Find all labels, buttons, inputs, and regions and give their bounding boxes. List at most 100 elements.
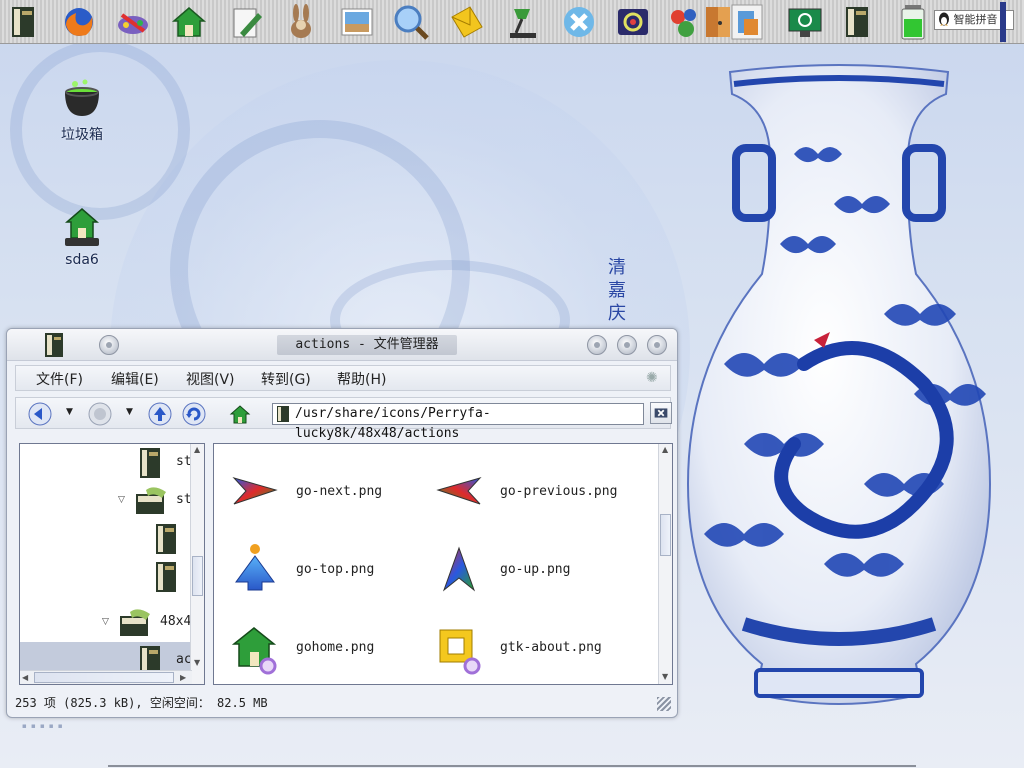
file-item[interactable]: go-previous.png (434, 464, 634, 524)
tree-horizontal-scrollbar[interactable]: ◀ ▶ (20, 670, 192, 684)
resize-grip[interactable] (657, 697, 671, 711)
clear-location-button[interactable] (650, 402, 672, 424)
editor-icon[interactable] (228, 3, 266, 41)
files-vertical-scrollbar[interactable]: ▲ ▼ (658, 444, 672, 684)
cauldron-icon (65, 79, 99, 116)
window-menu-button[interactable] (99, 335, 119, 355)
directory-tree[interactable]: st ▽ st ▽ 48x4 ac ▲ ▼ ◀ ▶ (19, 443, 205, 685)
menu-file[interactable]: 文件(F) (36, 369, 83, 389)
back-button[interactable] (28, 402, 52, 426)
location-bar[interactable]: /usr/share/icons/Perryfa-lucky8k/48x48/a… (272, 403, 644, 441)
porcelain-vase-image (686, 64, 992, 705)
lamp-icon[interactable] (504, 3, 542, 41)
tree-scroll-thumb[interactable] (192, 556, 203, 596)
home-icon[interactable] (170, 3, 208, 41)
trash-label: 垃圾箱 (61, 127, 103, 143)
image-viewer-icon[interactable] (338, 3, 376, 41)
tree-row[interactable]: st (20, 444, 192, 482)
reload-button[interactable] (182, 402, 206, 426)
desktop-trash[interactable]: 垃圾箱 (42, 76, 122, 144)
book-folder-open-icon (120, 609, 150, 636)
calligraphy-char: 清 (608, 257, 626, 278)
home-button[interactable] (228, 402, 252, 426)
file-item[interactable]: go-next.png (230, 464, 430, 524)
desktop-drive[interactable]: sda6 (42, 204, 122, 268)
tree-label: 48x4 (160, 614, 192, 629)
book-folder-open-icon (136, 487, 166, 514)
window-titlebar[interactable]: actions - 文件管理器 (7, 329, 677, 361)
file-name: go-top.png (296, 562, 375, 577)
drive-home-icon (64, 208, 100, 246)
maximize-button[interactable] (617, 335, 637, 355)
tree-vertical-scrollbar[interactable]: ▲ ▼ (190, 444, 204, 684)
wallpaper-calligraphy: 清 嘉 庆 (604, 256, 630, 325)
about-icon (439, 629, 481, 675)
desktop-bottom-line (108, 765, 916, 767)
file-item[interactable]: go-up.png (434, 542, 634, 602)
games-icon[interactable] (666, 3, 704, 41)
forward-button[interactable] (88, 402, 112, 426)
up-button[interactable] (148, 402, 172, 426)
menu-go[interactable]: 转到(G) (261, 369, 311, 389)
file-name: go-previous.png (500, 484, 618, 499)
status-text: 253 项 (825.3 kB), 空闲空间： 82.5 MB (15, 696, 268, 710)
minimize-button[interactable] (587, 335, 607, 355)
tree-hscroll-thumb[interactable] (34, 672, 174, 683)
mail-icon[interactable] (448, 3, 486, 41)
file-name: gohome.png (296, 640, 375, 655)
calligraphy-char: 嘉 (608, 280, 626, 301)
tree-row[interactable] (20, 520, 192, 558)
file-item[interactable]: gohome.png (230, 620, 430, 680)
menu-view[interactable]: 视图(V) (186, 369, 235, 389)
battery-icon[interactable] (894, 3, 932, 41)
file-item[interactable]: gtk-about.png (434, 620, 634, 680)
scroll-up-arrow[interactable]: ▲ (662, 445, 668, 454)
folder-book-icon (277, 406, 289, 422)
file-name: go-next.png (296, 484, 383, 499)
location-path: /usr/share/icons/Perryfa-lucky8k/48x48/a… (295, 406, 491, 441)
file-icon-view[interactable]: go-next.png go-previous.png go-top.png g… (213, 443, 673, 685)
rabbit-icon[interactable] (282, 3, 320, 41)
firefox-icon[interactable] (60, 3, 98, 41)
close-button[interactable] (647, 335, 667, 355)
scroll-down-arrow[interactable]: ▼ (662, 672, 668, 681)
book-folder-icon (156, 562, 176, 592)
penguin-icon (939, 12, 949, 26)
arrow-right-icon (232, 477, 278, 505)
book-icon[interactable] (838, 3, 876, 41)
book-icon[interactable] (4, 3, 42, 41)
file-name: go-up.png (500, 562, 571, 577)
screen-icon[interactable] (786, 3, 824, 41)
search-icon[interactable] (392, 3, 430, 41)
window-title: actions - 文件管理器 (277, 335, 457, 355)
calligraphy-char: 庆 (608, 303, 626, 324)
status-bar: 253 项 (825.3 kB), 空闲空间： 82.5 MB (15, 691, 671, 715)
arrow-left-icon (436, 477, 482, 505)
clipboard-icon[interactable] (728, 3, 766, 41)
menu-help[interactable]: 帮助(H) (337, 369, 386, 389)
expander-open-icon[interactable]: ▽ (102, 617, 109, 627)
settings-icon[interactable] (614, 3, 652, 41)
scroll-down-arrow[interactable]: ▼ (194, 658, 200, 667)
back-history-arrow[interactable]: ▼ (66, 407, 76, 419)
close-x-icon[interactable] (560, 3, 598, 41)
window-app-icon[interactable] (41, 331, 67, 359)
tree-row[interactable]: ▽ st (20, 482, 192, 520)
tree-row[interactable] (20, 558, 192, 596)
forward-history-arrow[interactable]: ▼ (126, 407, 136, 419)
menu-edit[interactable]: 编辑(E) (111, 369, 159, 389)
scroll-up-arrow[interactable]: ▲ (194, 445, 200, 454)
file-manager-window: actions - 文件管理器 文件(F) 编辑(E) 视图(V) 转到(G) … (6, 328, 678, 718)
file-name: gtk-about.png (500, 640, 602, 655)
panel-edge-handle[interactable] (1000, 2, 1006, 42)
expander-open-icon[interactable]: ▽ (118, 495, 125, 505)
paint-icon[interactable] (114, 3, 152, 41)
book-folder-icon (140, 448, 160, 478)
menu-bar: 文件(F) 编辑(E) 视图(V) 转到(G) 帮助(H) ✺ (15, 365, 671, 391)
tree-row[interactable]: ▽ 48x4 (20, 604, 192, 642)
files-scroll-thumb[interactable] (660, 514, 671, 556)
drive-label: sda6 (65, 252, 99, 268)
scroll-right-arrow[interactable]: ▶ (180, 673, 186, 682)
file-item[interactable]: go-top.png (230, 542, 430, 602)
scroll-left-arrow[interactable]: ◀ (22, 673, 28, 682)
